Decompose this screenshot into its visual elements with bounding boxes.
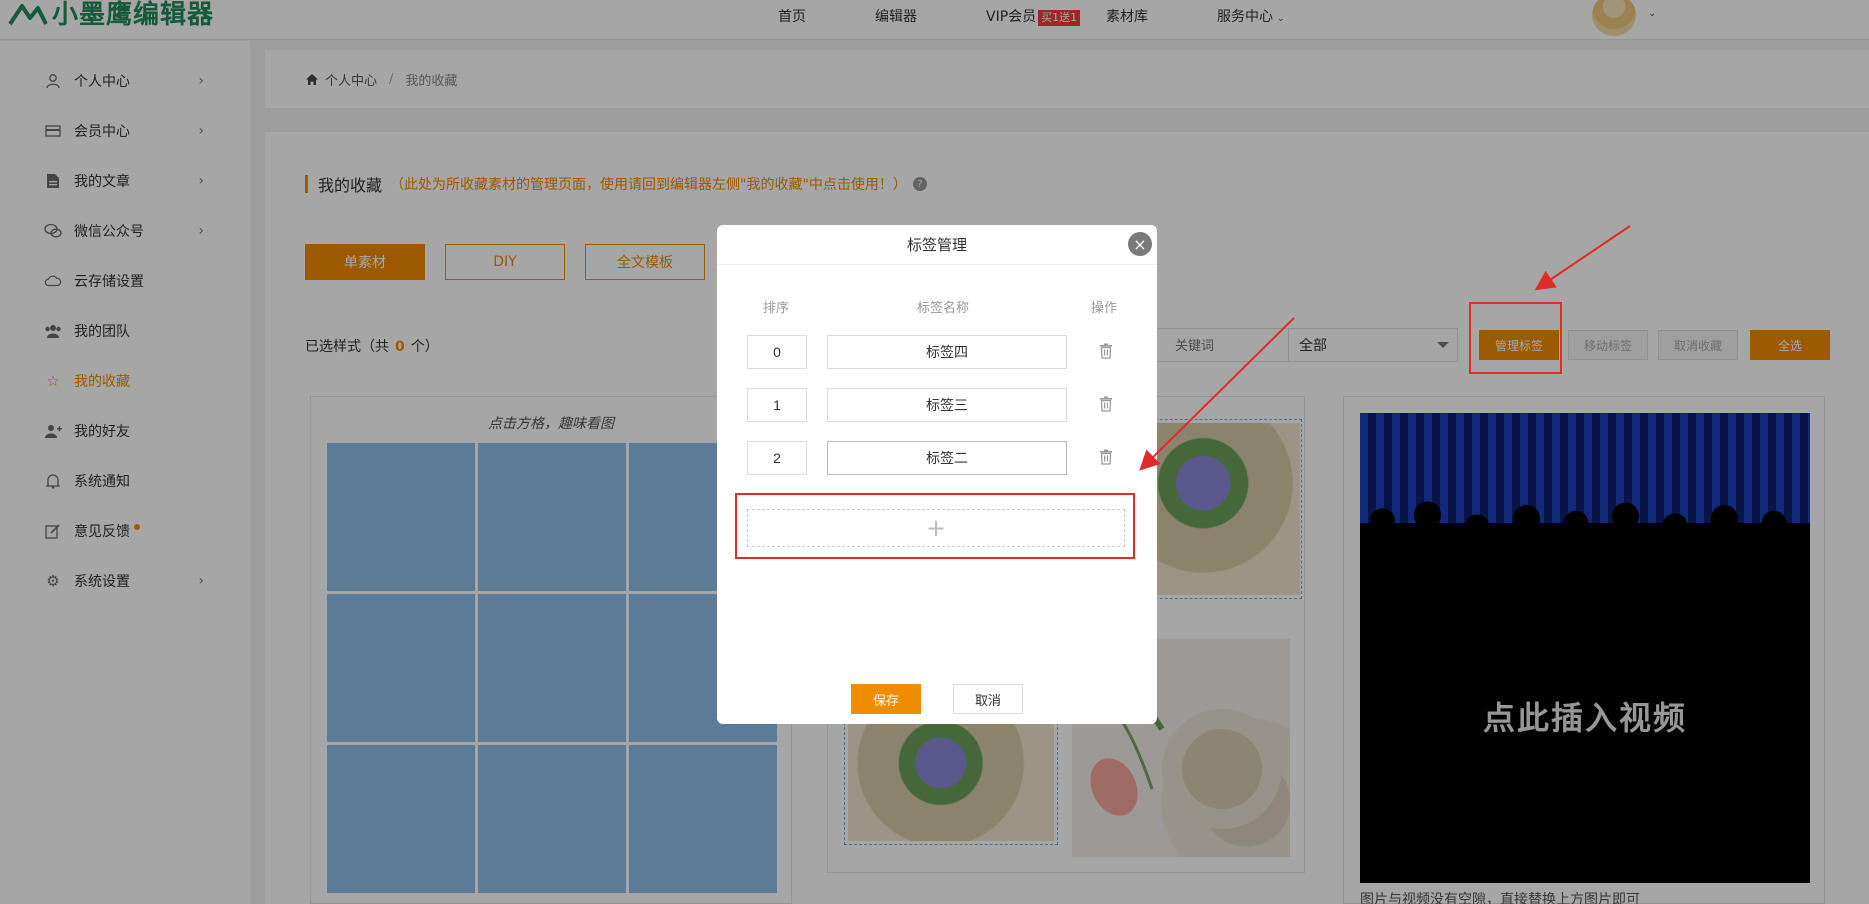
trash-icon[interactable] <box>1099 396 1115 414</box>
annotation-highlight-box <box>1469 302 1562 374</box>
cancel-button[interactable]: 取消 <box>953 684 1023 714</box>
tag-name-input[interactable] <box>827 335 1067 369</box>
tag-management-dialog: 标签管理 × 排序 标签名称 操作 + 保存 取消 <box>717 225 1157 724</box>
trash-icon[interactable] <box>1099 343 1115 361</box>
tag-order-input[interactable] <box>747 441 807 475</box>
save-button[interactable]: 保存 <box>851 684 921 714</box>
column-header-tag-name: 标签名称 <box>917 301 970 316</box>
close-icon[interactable]: × <box>1128 232 1152 256</box>
trash-icon[interactable] <box>1099 449 1115 467</box>
column-header-order: 排序 <box>763 301 790 316</box>
tag-name-input[interactable] <box>827 388 1067 422</box>
add-tag-button[interactable]: + <box>747 509 1125 547</box>
tag-name-input[interactable] <box>827 441 1067 475</box>
dialog-header: 标签管理 <box>717 225 1157 265</box>
tag-order-input[interactable] <box>747 335 807 369</box>
annotation-highlight-box: + <box>735 493 1135 559</box>
tag-order-input[interactable] <box>747 388 807 422</box>
dialog-title: 标签管理 <box>906 236 967 254</box>
column-header-action: 操作 <box>1091 301 1118 316</box>
